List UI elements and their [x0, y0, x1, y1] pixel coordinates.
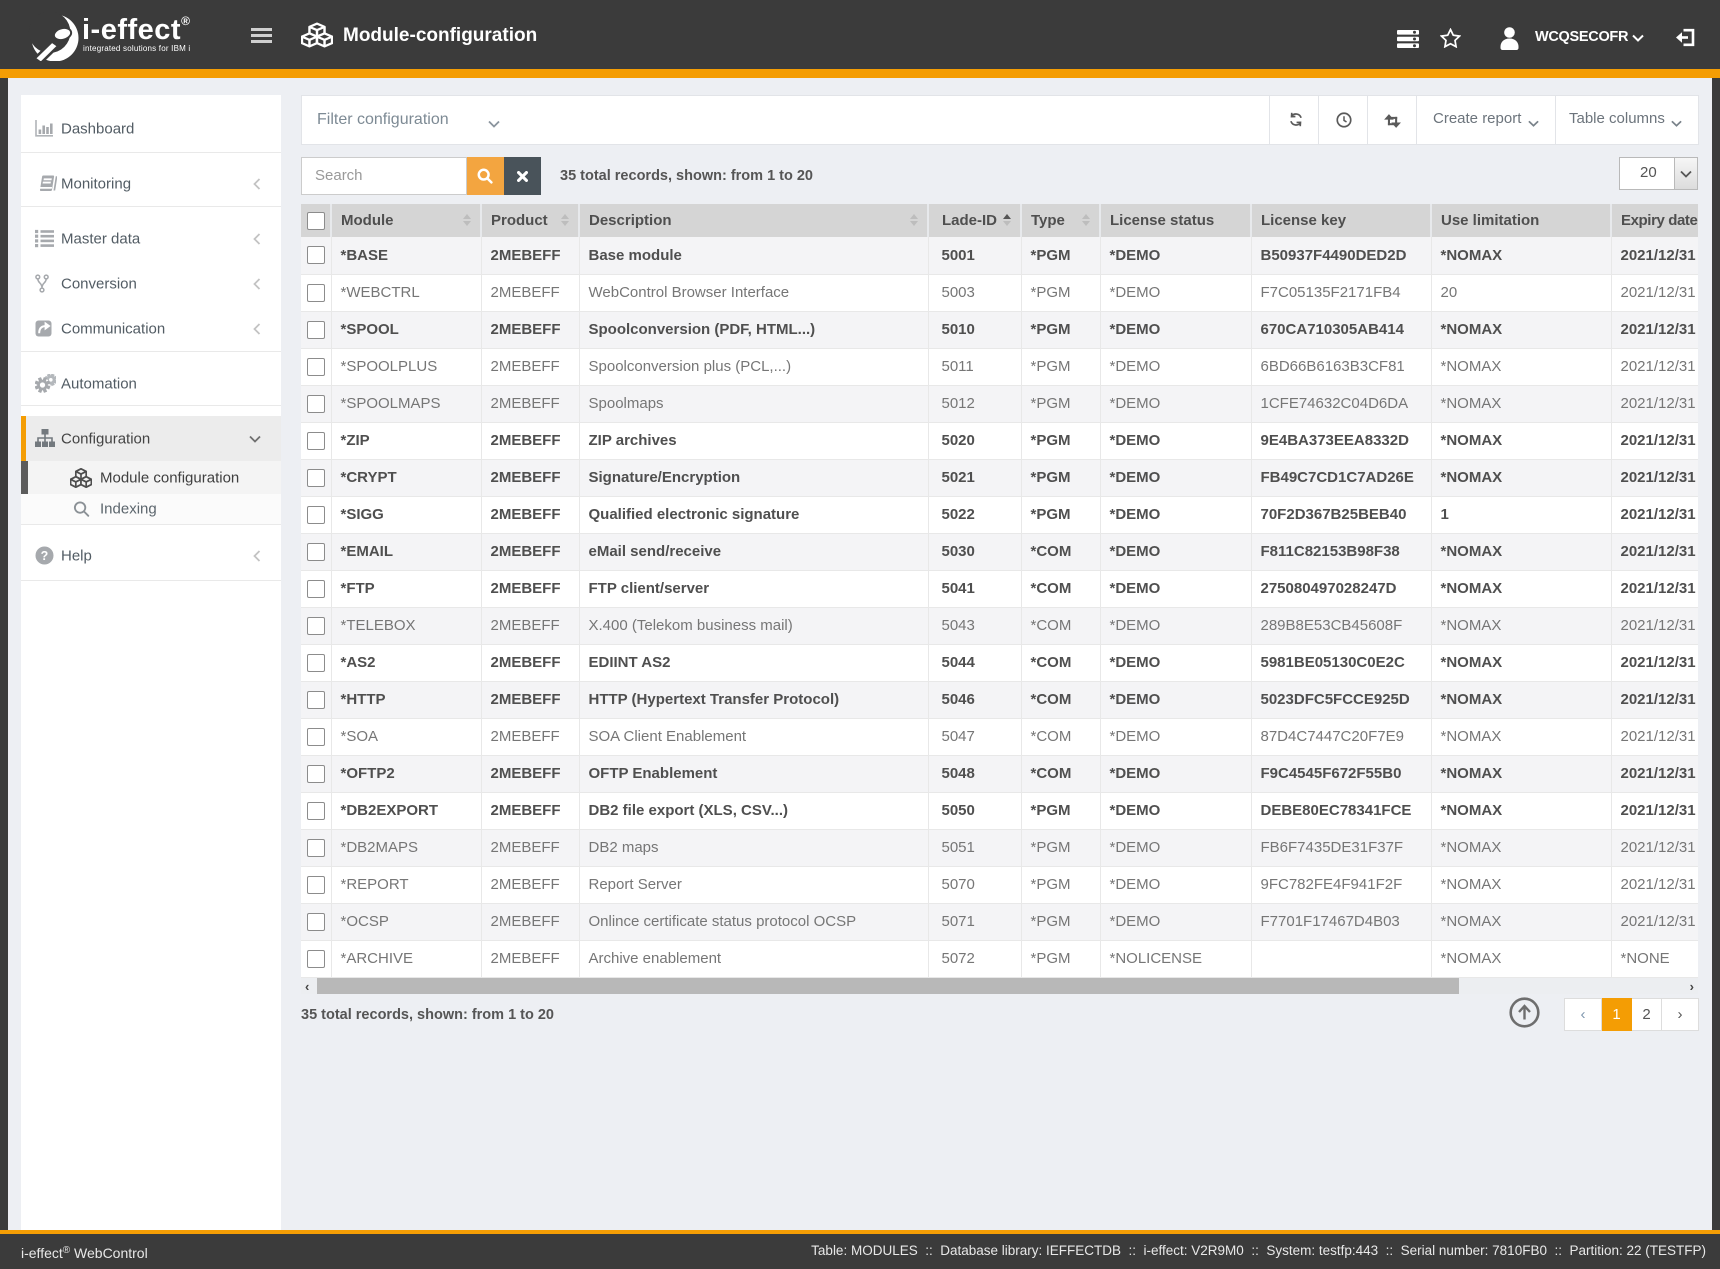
svg-text:?: ?	[41, 549, 49, 563]
